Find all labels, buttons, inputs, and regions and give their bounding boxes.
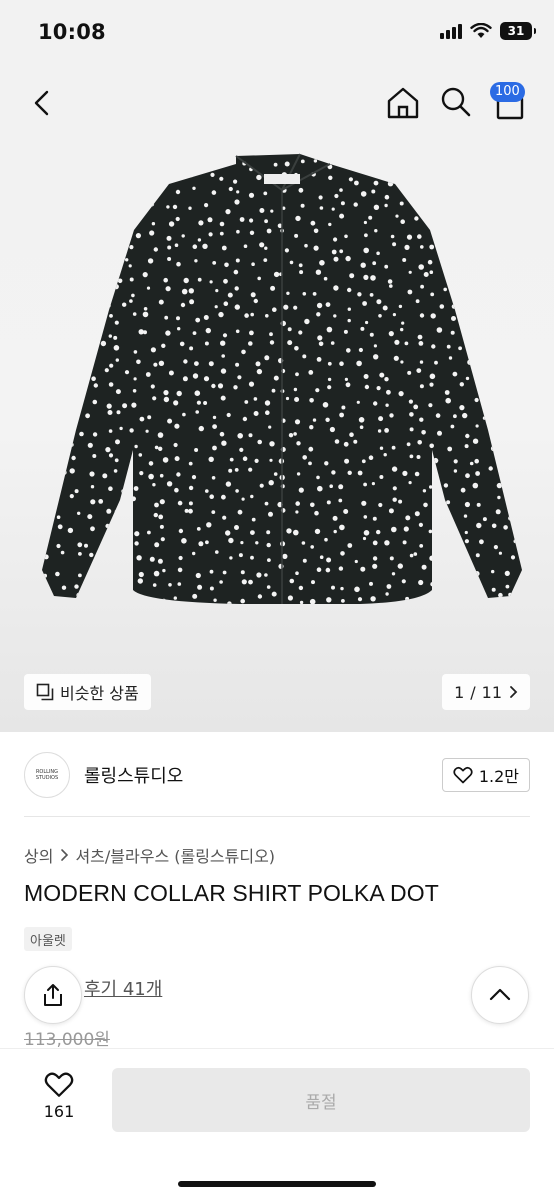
chevron-right-icon	[61, 849, 69, 861]
battery-icon: 31	[500, 22, 536, 40]
share-button[interactable]	[24, 966, 82, 1024]
similar-products-button[interactable]: 비슷한 상품	[24, 674, 151, 710]
status-icons: 31	[440, 22, 536, 40]
wish-count: 161	[43, 1102, 75, 1121]
brand-like-count: 1.2만	[478, 767, 519, 786]
breadcrumb-category[interactable]: 상의	[24, 843, 53, 867]
chevron-up-icon	[489, 988, 511, 1001]
brand-like-button[interactable]: 1.2만	[441, 758, 530, 792]
share-icon	[44, 984, 62, 1006]
product-title: MODERN COLLAR SHIRT POLKA DOT	[24, 880, 439, 906]
product-image-gallery[interactable]: 100 비슷한 상품 1 / 11	[0, 70, 554, 732]
wifi-icon	[470, 23, 492, 38]
brand-name[interactable]: 롤링스튜디오	[84, 762, 183, 788]
scroll-top-button[interactable]	[471, 966, 529, 1024]
brand-logo-text: ROLLING STUDIOS	[35, 769, 59, 781]
original-price: 113,000원	[24, 1030, 110, 1050]
pager-current: 1	[454, 682, 465, 702]
shirt-label	[264, 174, 300, 184]
status-bar: 10:08 31	[0, 0, 554, 70]
similar-products-label: 비슷한 상품	[60, 684, 139, 703]
cellular-signal-icon	[440, 23, 462, 39]
home-indicator	[178, 1181, 376, 1187]
image-pager[interactable]: 1 / 11	[442, 674, 530, 710]
chevron-right-icon	[510, 686, 518, 698]
review-link[interactable]: 후기 41개	[84, 975, 162, 1001]
breadcrumb-subcategory[interactable]: 셔츠/블라우스 (롤링스튜디오)	[75, 843, 275, 867]
brand-logo[interactable]: ROLLING STUDIOS	[24, 752, 70, 798]
divider	[24, 816, 530, 817]
heart-icon	[44, 1072, 74, 1097]
pager-total: 11	[481, 682, 502, 702]
brand-row[interactable]: ROLLING STUDIOS 롤링스튜디오 1.2만	[24, 750, 530, 800]
copy-icon	[36, 683, 54, 701]
pager-separator: /	[470, 682, 476, 702]
status-time: 10:08	[38, 20, 106, 44]
outlet-tag: 아울렛	[24, 927, 72, 951]
bottom-bar: 161 품절	[0, 1048, 554, 1200]
breadcrumb: 상의 셔츠/블라우스 (롤링스튜디오)	[24, 843, 275, 867]
heart-icon	[453, 766, 473, 784]
shirt-image	[42, 153, 522, 604]
wish-button[interactable]: 161	[24, 1071, 94, 1121]
sold-out-button[interactable]: 품절	[112, 1068, 530, 1132]
